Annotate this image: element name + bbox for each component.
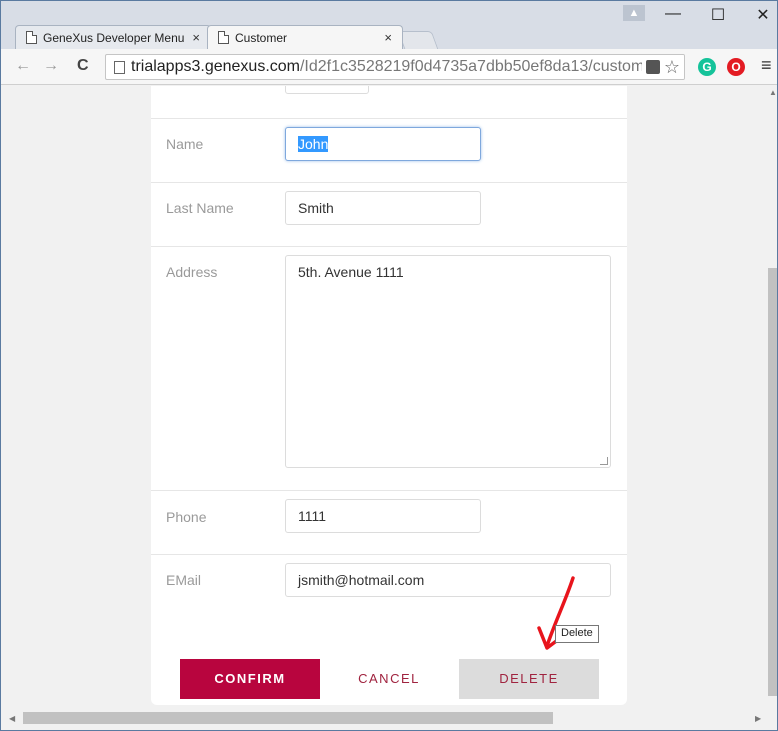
url-path: /Id2f1c3528219f0d4735a7dbb50ef8da13/cust… [299,58,654,75]
horizontal-scrollbar[interactable]: ◀ ▶ [1,709,777,729]
address-value: 5th. Avenue 1111 [298,264,404,280]
back-button[interactable]: ← [15,57,31,75]
page-icon [218,31,229,44]
omnibox-actions: ☆ [641,55,684,79]
page-viewport: Name John Last Name Smith Address 5th. A… [1,86,767,709]
horizontal-scroll-thumb[interactable] [23,712,553,724]
phone-field[interactable]: 1111 [285,499,481,533]
id-field[interactable] [285,86,369,94]
profile-icon[interactable]: ▲ [623,5,645,21]
name-value: John [298,136,329,152]
delete-button[interactable]: DELETE [459,659,599,699]
close-window-button[interactable]: ✕ [748,5,778,25]
phone-label: Phone [166,509,207,525]
opera-icon[interactable]: O [727,58,745,76]
forward-button[interactable]: → [43,57,59,75]
browser-window: GeneXus Developer Menu × Customer × ▲ — … [0,0,778,731]
form-row-partial [151,86,627,119]
address-bar[interactable]: trialapps3.genexus.com/Id2f1c3528219f0d4… [105,54,685,80]
page-icon [26,31,37,44]
tab-close-icon[interactable]: × [384,30,392,45]
new-tab-button[interactable] [397,31,439,49]
name-field[interactable]: John [285,127,481,161]
tab-close-icon[interactable]: × [192,30,200,45]
url-host: trialapps3.genexus.com [131,58,300,75]
tab-label: GeneXus Developer Menu [43,30,185,45]
menu-icon[interactable]: ≡ [761,55,772,76]
reload-button[interactable]: C [77,57,89,75]
confirm-button[interactable]: CONFIRM [180,659,320,699]
minimize-button[interactable]: — [658,5,688,23]
tab-customer[interactable]: Customer × [207,25,403,49]
address-label: Address [166,264,218,280]
vertical-scrollbar[interactable]: ▲ [767,86,777,709]
resize-grip-icon[interactable] [600,457,608,465]
last-name-label: Last Name [166,200,234,216]
tab-genexus-developer-menu[interactable]: GeneXus Developer Menu × [15,25,211,49]
scroll-up-icon[interactable]: ▲ [769,88,777,97]
name-label: Name [166,136,204,152]
address-field[interactable]: 5th. Avenue 1111 [285,255,611,468]
delete-tooltip: Delete [555,625,599,643]
title-bar: GeneXus Developer Menu × Customer × ▲ — … [1,1,777,49]
maximize-button[interactable]: ☐ [703,5,733,25]
scroll-right-icon[interactable]: ▶ [755,714,761,723]
page-icon [114,60,125,74]
translate-icon[interactable] [645,60,660,74]
email-label: EMail [166,572,202,588]
last-name-field[interactable]: Smith [285,191,481,225]
tab-label: Customer [235,30,288,45]
star-icon[interactable]: ☆ [664,57,680,78]
form-row-phone: Phone 1111 [151,491,627,555]
scroll-left-icon[interactable]: ◀ [9,714,15,723]
grammarly-icon[interactable]: G [698,58,716,76]
vertical-scroll-thumb[interactable] [768,268,777,696]
form-row-address: Address 5th. Avenue 1111 [151,247,627,491]
browser-toolbar: ← → C trialapps3.genexus.com/Id2f1c35282… [1,49,777,85]
cancel-button[interactable]: CANCEL [330,659,448,699]
form-row-name: Name John [151,119,627,183]
form-row-last-name: Last Name Smith [151,183,627,247]
